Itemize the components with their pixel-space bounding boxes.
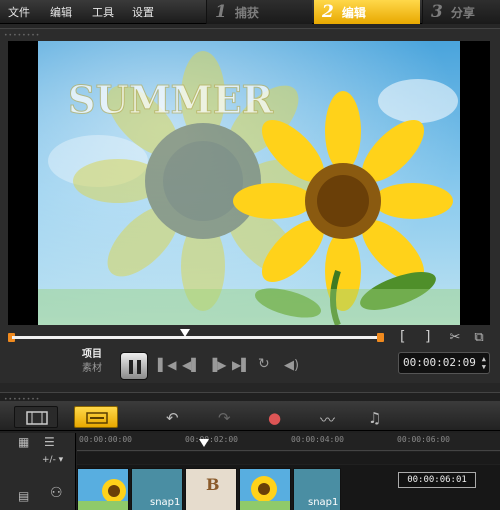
step-share-label: 分享 <box>450 5 475 20</box>
scrubber-track[interactable] <box>12 336 380 339</box>
scrubber-handle[interactable] <box>179 329 190 337</box>
scissors-icon[interactable]: ✂ <box>446 329 464 347</box>
clip-title[interactable]: B <box>185 468 237 510</box>
ruler-label: 00:00:06:00 <box>397 435 450 444</box>
step-capture[interactable]: 1 捕获 <box>206 0 312 24</box>
preview-panel: •••••••• SUMMER [] ✂ ⧉ 项目 素材 ▌◀ ◀▌ ▐▶ ▶… <box>0 28 500 383</box>
menu-tools[interactable]: 工具 <box>92 4 114 20</box>
overlay-track-icon[interactable]: ▤ <box>18 489 29 503</box>
mode-clip[interactable]: 素材 <box>82 362 102 376</box>
video-track-icon[interactable]: ▦ <box>18 435 29 449</box>
repeat-icon[interactable]: ↻ <box>258 356 270 372</box>
title-clip-icon: B <box>206 475 220 494</box>
undo-icon[interactable]: ↶ <box>166 409 179 427</box>
volume-icon[interactable]: ◀) <box>284 358 299 373</box>
top-bar: 文件 编辑 工具 设置 1 捕获 2 编辑 3 分享 <box>0 0 500 24</box>
menu-edit[interactable]: 编辑 <box>50 4 72 20</box>
clip-snap1[interactable]: snap1 <box>131 468 183 510</box>
panel-grip[interactable]: •••••••• <box>4 32 40 39</box>
menu-file[interactable]: 文件 <box>8 4 30 20</box>
preview-frame: SUMMER <box>38 41 460 325</box>
clip-thumbnail[interactable] <box>77 468 129 510</box>
timeline-toolbar: ↶ ↷ ● 〰 ♫ <box>0 401 500 431</box>
auto-music-icon[interactable]: ♫ <box>368 409 381 427</box>
ruler-label: 00:00:04:00 <box>291 435 344 444</box>
mark-out-button[interactable]: ] <box>425 329 430 345</box>
timecode-stepper-icon[interactable]: ▲ ▼ <box>482 355 486 371</box>
step-capture-number: 1 <box>215 2 227 22</box>
menu-settings[interactable]: 设置 <box>132 4 154 20</box>
redo-icon[interactable]: ↷ <box>218 409 231 427</box>
clip-label: snap1 <box>150 497 181 508</box>
track-manager-icon[interactable]: ☰ <box>44 435 55 449</box>
clip-label: snap1 <box>308 497 339 508</box>
time-tooltip: 00:00:06:01 <box>398 472 476 488</box>
play-mode-selector[interactable]: 项目 素材 <box>82 348 102 376</box>
step-edit-number: 2 <box>322 2 334 22</box>
next-frame-icon[interactable]: ▐▶ <box>208 358 226 372</box>
pause-icon <box>129 360 141 374</box>
audio-mixer-icon[interactable]: 〰 <box>320 409 335 430</box>
go-to-start-icon[interactable]: ▌◀ <box>158 358 176 372</box>
track-visibility-icon[interactable]: ⚇ <box>50 485 63 501</box>
previous-frame-icon[interactable]: ◀▌ <box>182 358 200 372</box>
scrubber-bar[interactable] <box>8 329 384 345</box>
timeline-panel: •••••••• ↶ ↷ ● 〰 ♫ ▦ ☰ +/- ▾ ▤ ⚇ 00:00:0… <box>0 392 500 510</box>
sunflower-thumbnail <box>240 469 290 510</box>
ruler-label: 00:00:00:00 <box>79 435 132 444</box>
overlay-title-text: SUMMER <box>68 77 274 122</box>
enlarge-preview-icon[interactable]: ⧉ <box>470 329 488 347</box>
step-capture-label: 捕获 <box>234 5 259 20</box>
timecode-display[interactable]: 00:00:02:09 ▲ ▼ <box>398 352 490 374</box>
pause-button[interactable] <box>120 352 148 380</box>
preview-screen: SUMMER <box>8 41 490 325</box>
go-to-end-icon[interactable]: ▶▌ <box>232 358 250 372</box>
timeline-playhead[interactable] <box>199 439 209 447</box>
filmstrip-icon <box>26 411 48 425</box>
step-edit[interactable]: 2 编辑 <box>314 0 420 24</box>
trim-out-marker[interactable] <box>377 333 384 342</box>
video-editor-window: 文件 编辑 工具 设置 1 捕获 2 编辑 3 分享 •••••••• SUMM… <box>0 0 500 510</box>
mark-in-button[interactable]: [ <box>400 329 405 345</box>
clip-snap1[interactable]: snap1 <box>293 468 341 510</box>
zoom-controls[interactable]: +/- ▾ <box>42 455 63 465</box>
storyboard-view-button[interactable] <box>14 406 58 428</box>
step-share[interactable]: 3 分享 <box>422 0 500 24</box>
timeline-view-icon <box>86 412 108 424</box>
ruler-label: 00:00:02:00 <box>185 435 238 444</box>
step-share-number: 3 <box>431 2 443 22</box>
sunflower-thumbnail <box>78 469 128 510</box>
clip-thumbnail[interactable] <box>239 468 291 510</box>
track-header: ▦ ☰ +/- ▾ ▤ ⚇ <box>0 433 76 510</box>
timeline-subruler <box>77 452 500 464</box>
sunflower-image: SUMMER <box>38 41 460 325</box>
timeline-view-button[interactable] <box>74 406 118 428</box>
step-edit-label: 编辑 <box>341 5 366 20</box>
record-icon[interactable]: ● <box>268 409 281 427</box>
timeline-ruler[interactable]: 00:00:00:00 00:00:02:00 00:00:04:00 00:0… <box>77 433 500 451</box>
timecode-value: 00:00:02:09 <box>403 356 476 369</box>
mode-project[interactable]: 项目 <box>82 348 102 362</box>
